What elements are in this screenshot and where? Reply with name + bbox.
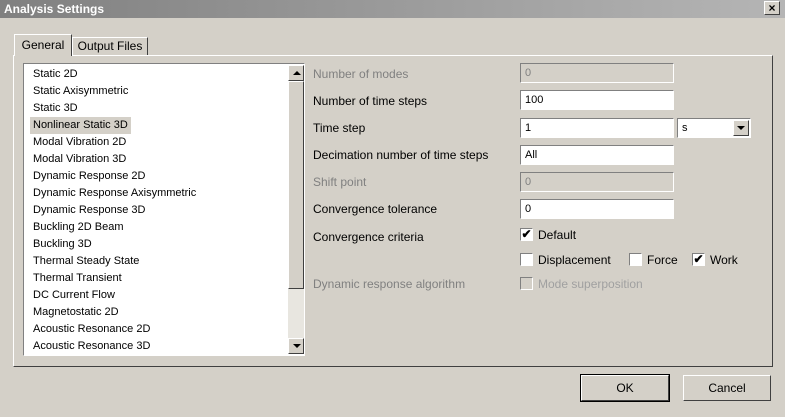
list-scrollbar[interactable] — [288, 65, 304, 354]
tab-output-files[interactable]: Output Files — [72, 37, 148, 56]
displacement-checkbox[interactable] — [520, 253, 533, 266]
scroll-down-button[interactable] — [288, 338, 304, 354]
list-item[interactable]: Modal Vibration 2D — [30, 134, 129, 151]
analysis-type-list-items: Static 2D Static Axisymmetric Static 3D Non… — [25, 65, 287, 354]
list-item[interactable]: Buckling 2D Beam — [30, 219, 127, 236]
window-title: Analysis Settings — [4, 2, 105, 16]
scroll-thumb[interactable] — [288, 81, 304, 289]
work-checkbox[interactable]: ✔ — [692, 253, 705, 266]
time-steps-input[interactable]: 100 — [520, 90, 674, 110]
default-checkbox-label: Default — [538, 228, 577, 242]
list-item[interactable]: Magnetostatic 2D — [30, 304, 122, 321]
triangle-up-icon — [293, 71, 301, 75]
tab-general[interactable]: General — [14, 34, 72, 56]
work-checkbox-label: Work — [710, 253, 738, 267]
algorithm-label: Dynamic response algorithm — [313, 277, 466, 291]
mode-superposition-label: Mode superposition — [538, 277, 643, 291]
modes-label: Number of modes — [313, 67, 409, 81]
list-item[interactable]: Buckling 3D — [30, 236, 95, 253]
check-icon: ✔ — [693, 252, 704, 266]
list-item[interactable]: Modal Vibration 3D — [30, 151, 129, 168]
time-steps-label: Number of time steps — [313, 94, 428, 108]
unit-dropdown-button[interactable] — [733, 120, 749, 136]
tolerance-input[interactable]: 0 — [520, 199, 674, 219]
cancel-button[interactable]: Cancel — [683, 375, 771, 401]
title-bar: Analysis Settings × — [0, 0, 785, 18]
time-step-unit-value: s — [682, 122, 688, 134]
list-item[interactable]: DC Current Flow — [30, 287, 118, 304]
scroll-up-button[interactable] — [288, 65, 304, 81]
list-item[interactable]: Nonlinear Static 3D — [30, 117, 131, 134]
time-step-unit-select[interactable]: s — [677, 118, 751, 138]
list-item[interactable]: Dynamic Response 2D — [30, 168, 149, 185]
list-item[interactable]: Dynamic Response Axisymmetric — [30, 185, 199, 202]
displacement-checkbox-label: Displacement — [538, 253, 611, 267]
criteria-label: Convergence criteria — [313, 230, 424, 244]
tolerance-label: Convergence tolerance — [313, 202, 438, 216]
check-icon: ✔ — [521, 227, 532, 241]
list-item[interactable]: Thermal Transient — [30, 270, 125, 287]
list-item[interactable]: Thermal Steady State — [30, 253, 142, 270]
triangle-down-icon — [293, 344, 301, 348]
analysis-type-list[interactable]: Static 2D Static Axisymmetric Static 3D Non… — [23, 63, 305, 356]
force-checkbox[interactable] — [629, 253, 642, 266]
default-checkbox[interactable]: ✔ — [520, 228, 533, 241]
list-item[interactable]: Dynamic Response 3D — [30, 202, 149, 219]
chevron-down-icon — [737, 126, 745, 130]
analysis-settings-dialog: Analysis Settings × General Output Files… — [0, 0, 785, 417]
time-step-label: Time step — [313, 121, 366, 135]
force-checkbox-label: Force — [647, 253, 678, 267]
list-item[interactable]: Static 3D — [30, 100, 81, 117]
modes-input: 0 — [520, 63, 674, 83]
shift-point-input: 0 — [520, 172, 674, 192]
mode-superposition-checkbox — [520, 277, 533, 290]
close-button[interactable]: × — [764, 1, 780, 15]
shift-point-label: Shift point — [313, 175, 367, 189]
list-item[interactable]: Static Axisymmetric — [30, 83, 131, 100]
ok-button[interactable]: OK — [581, 375, 669, 401]
list-item[interactable]: Static 2D — [30, 66, 81, 83]
decimation-label: Decimation number of time steps — [313, 148, 489, 162]
list-item[interactable]: Acoustic Resonance 3D — [30, 338, 153, 354]
time-step-input[interactable]: 1 — [520, 118, 674, 138]
decimation-input[interactable]: All — [520, 145, 674, 165]
list-item[interactable]: Acoustic Resonance 2D — [30, 321, 153, 338]
